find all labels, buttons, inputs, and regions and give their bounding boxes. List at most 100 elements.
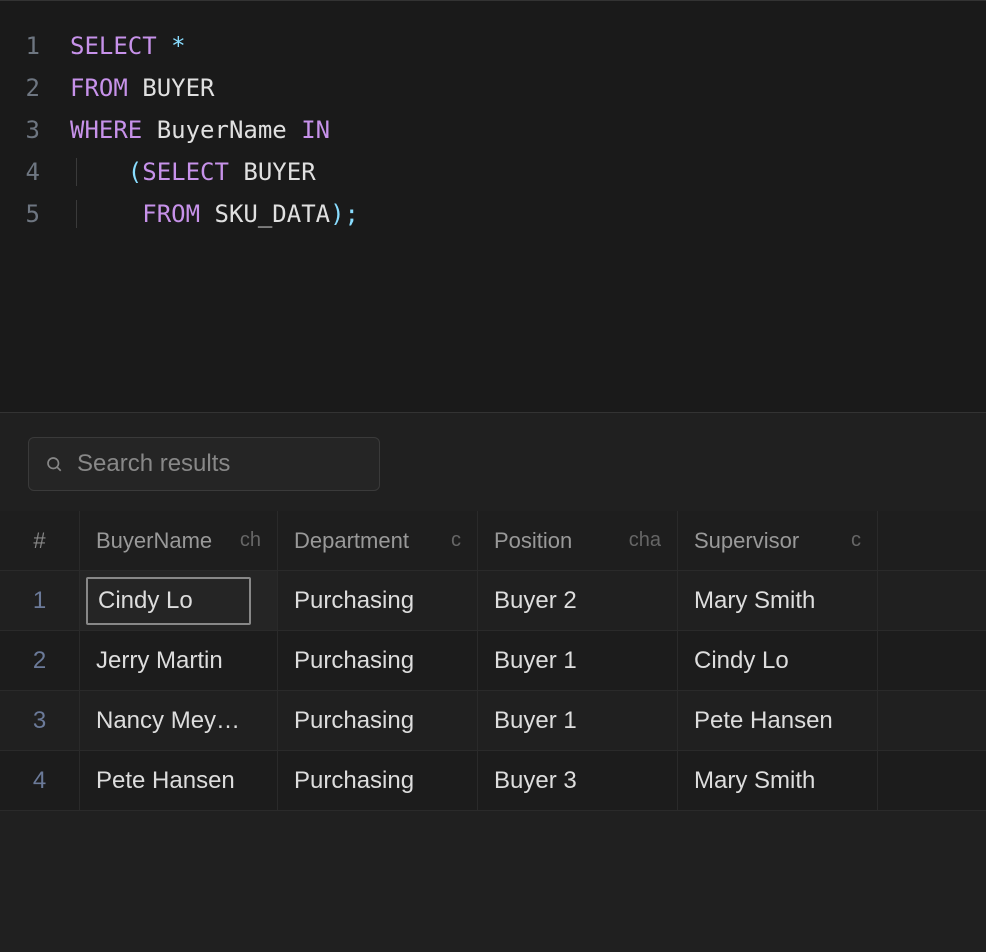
row-number[interactable]: 1 [0, 571, 80, 630]
code-line[interactable]: 2FROM BUYER [0, 67, 986, 109]
table-cell[interactable]: Mary Smith [678, 571, 878, 630]
code-token: BUYER [243, 158, 315, 186]
code-token: SELECT [70, 32, 157, 60]
table-cell[interactable]: Buyer 1 [478, 631, 678, 690]
table-cell[interactable]: Buyer 2 [478, 571, 678, 630]
column-type: c [451, 529, 461, 552]
code-token: FROM [70, 74, 128, 102]
table-cell[interactable]: Purchasing [278, 751, 478, 810]
column-type: c [851, 529, 861, 552]
column-type: cha [629, 529, 661, 552]
line-content[interactable]: (SELECT BUYER [70, 151, 316, 193]
table-cell[interactable]: Pete Hansen [678, 691, 878, 750]
table-cell[interactable]: Nancy Mey… [80, 691, 278, 750]
cell-value: Purchasing [294, 647, 461, 675]
indent-guide [76, 200, 77, 228]
code-token: ; [345, 200, 359, 228]
column-name: Position [494, 528, 572, 554]
cell-value: Purchasing [294, 587, 461, 615]
line-content[interactable]: FROM BUYER [70, 67, 215, 109]
line-number: 3 [0, 109, 70, 151]
column-header[interactable]: Position cha [478, 511, 678, 570]
code-token: * [171, 32, 185, 60]
cell-value: Buyer 3 [494, 767, 661, 795]
table-row[interactable]: 1Cindy Lo Purchasing Buyer 2 Mary Smith [0, 571, 986, 631]
cell-value: Buyer 1 [494, 647, 661, 675]
column-header[interactable]: Department c [278, 511, 478, 570]
search-icon [45, 455, 63, 473]
line-number: 2 [0, 67, 70, 109]
code-token: SELECT [142, 158, 229, 186]
code-token: FROM [142, 200, 200, 228]
code-token [128, 74, 142, 102]
code-token: IN [301, 116, 330, 144]
cell-value: Pete Hansen [96, 767, 261, 795]
code-token [157, 32, 171, 60]
code-token [200, 200, 214, 228]
cell-value: Cindy Lo [86, 577, 251, 625]
code-token: BuyerName [157, 116, 287, 144]
row-number[interactable]: 2 [0, 631, 80, 690]
code-token [142, 116, 156, 144]
table-cell[interactable]: Cindy Lo [678, 631, 878, 690]
indent [70, 200, 128, 228]
table-cell[interactable]: Purchasing [278, 631, 478, 690]
line-number: 5 [0, 193, 70, 235]
cell-value: Buyer 1 [494, 707, 661, 735]
results-table: # BuyerName ch Department c Position cha Superv… [0, 511, 986, 811]
line-content[interactable]: WHERE BuyerName IN [70, 109, 330, 151]
search-input[interactable] [77, 450, 363, 478]
search-input-wrap[interactable] [28, 437, 380, 491]
line-number: 1 [0, 25, 70, 67]
table-row[interactable]: 3 Nancy Mey… Purchasing Buyer 1 Pete Hansen [0, 691, 986, 751]
table-cell[interactable]: Jerry Martin [80, 631, 278, 690]
code-token [128, 200, 142, 228]
table-row[interactable]: 2 Jerry Martin Purchasing Buyer 1 Cindy Lo [0, 631, 986, 691]
code-token [287, 116, 301, 144]
code-token: ( [128, 158, 142, 186]
code-line[interactable]: 3WHERE BuyerName IN [0, 109, 986, 151]
cell-value: Purchasing [294, 767, 461, 795]
table-cell[interactable]: Cindy Lo [80, 571, 278, 630]
code-line[interactable]: 4 (SELECT BUYER [0, 151, 986, 193]
code-token: WHERE [70, 116, 142, 144]
column-type: ch [240, 529, 261, 552]
cell-value: Mary Smith [694, 767, 861, 795]
indent-guide [76, 158, 77, 186]
code-editor[interactable]: 1SELECT *2FROM BUYER3WHERE BuyerName IN4… [0, 0, 986, 412]
code-token: BUYER [142, 74, 214, 102]
column-header[interactable]: BuyerName ch [80, 511, 278, 570]
rownum-header[interactable]: # [0, 511, 80, 570]
cell-value: Pete Hansen [694, 707, 861, 735]
code-line[interactable]: 1SELECT * [0, 25, 986, 67]
cell-value: Buyer 2 [494, 587, 661, 615]
column-name: Supervisor [694, 528, 799, 554]
cell-value: Purchasing [294, 707, 461, 735]
row-number[interactable]: 4 [0, 751, 80, 810]
results-panel: # BuyerName ch Department c Position cha Superv… [0, 412, 986, 952]
table-cell[interactable]: Buyer 3 [478, 751, 678, 810]
cell-value: Mary Smith [694, 587, 861, 615]
row-number[interactable]: 3 [0, 691, 80, 750]
table-header-row: # BuyerName ch Department c Position cha Superv… [0, 511, 986, 571]
table-cell[interactable]: Pete Hansen [80, 751, 278, 810]
indent [70, 158, 128, 186]
cell-value: Jerry Martin [96, 647, 261, 675]
column-header[interactable]: Supervisor c [678, 511, 878, 570]
line-content[interactable]: FROM SKU_DATA); [70, 193, 359, 235]
cell-value: Cindy Lo [694, 647, 861, 675]
line-number: 4 [0, 151, 70, 193]
code-token: ) [330, 200, 344, 228]
code-token: SKU_DATA [215, 200, 331, 228]
search-bar [0, 413, 986, 511]
cell-value: Nancy Mey… [96, 707, 261, 735]
code-line[interactable]: 5 FROM SKU_DATA); [0, 193, 986, 235]
column-name: BuyerName [96, 528, 212, 554]
table-cell[interactable]: Purchasing [278, 691, 478, 750]
column-name: Department [294, 528, 409, 554]
table-cell[interactable]: Buyer 1 [478, 691, 678, 750]
line-content[interactable]: SELECT * [70, 25, 186, 67]
table-row[interactable]: 4 Pete Hansen Purchasing Buyer 3 Mary Smith [0, 751, 986, 811]
table-cell[interactable]: Mary Smith [678, 751, 878, 810]
table-cell[interactable]: Purchasing [278, 571, 478, 630]
